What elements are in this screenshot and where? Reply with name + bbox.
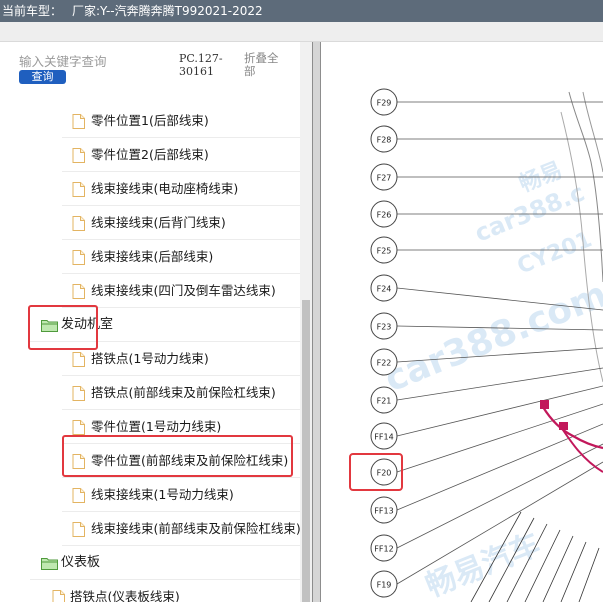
tree-item-label: 零件位置(前部线束及前保险杠线束) xyxy=(91,453,289,468)
tree-item-label: 搭铁点(仪表板线束) xyxy=(70,589,180,602)
document-icon xyxy=(72,522,85,540)
body-outline xyxy=(582,91,603,173)
connector-label: F22 xyxy=(377,359,392,368)
tree-item[interactable]: 搭铁点(前部线束及前保险杠线束) xyxy=(62,376,300,410)
tree-item[interactable]: 零件位置(1号动力线束) xyxy=(62,410,300,444)
diagram-panel: 畅易 car388.c CY201 car388.com 畅易汽车 F29 F28 F27 F2… xyxy=(321,42,603,602)
tree-item-label: 线束接线束(前部线束及前保险杠线束) xyxy=(91,521,301,536)
connector-plug xyxy=(540,400,549,409)
tree-item[interactable]: 零件位置2(后部线束) xyxy=(62,138,300,172)
scrollbar-thumb[interactable] xyxy=(302,300,310,602)
connector-label: FF13 xyxy=(374,507,393,516)
vehicle-label: 当前车型： xyxy=(2,4,63,18)
tree-folder[interactable]: 发动机室 xyxy=(30,308,300,342)
document-icon xyxy=(72,386,85,404)
folder-open-icon xyxy=(41,557,58,573)
tree-item-label: 线束接线束(后部线束) xyxy=(91,249,214,264)
connector-label: F21 xyxy=(377,397,392,406)
document-icon xyxy=(72,148,85,166)
tree-item[interactable]: 搭铁点(仪表板线束) xyxy=(44,580,300,602)
tree-item-label: 零件位置1(后部线束) xyxy=(91,113,209,128)
search-block: 查询 xyxy=(19,52,179,84)
connector-label: F20 xyxy=(377,469,392,478)
folder-open-icon xyxy=(41,319,58,335)
wiring-diagram: 畅易car388.cCY201car388.com畅易汽车F29F28F27F2… xyxy=(349,88,603,602)
connector-label: F23 xyxy=(377,323,392,332)
tree-item[interactable]: 零件位置1(后部线束) xyxy=(62,104,300,138)
leader-line xyxy=(396,385,603,437)
document-icon xyxy=(72,488,85,506)
document-icon xyxy=(72,420,85,438)
toolbar-strip xyxy=(0,22,603,42)
harness-branch xyxy=(542,535,574,602)
tree-item[interactable]: 线束接线束(电动座椅线束) xyxy=(62,172,300,206)
title-bar: 当前车型： 厂家:Y--汽奔腾奔腾T992021-2022 xyxy=(0,0,603,22)
document-icon xyxy=(72,114,85,132)
connector-label: F19 xyxy=(377,581,392,590)
leader-line xyxy=(396,403,603,473)
leader-line xyxy=(396,423,603,511)
panel-splitter[interactable] xyxy=(312,42,321,602)
tree-item-label: 线束接线束(后背门线束) xyxy=(91,215,226,230)
tree-item[interactable]: 搭铁点(1号动力线束) xyxy=(62,342,300,376)
document-icon xyxy=(52,590,65,602)
collapse-all-button[interactable]: 折叠全部 xyxy=(244,52,289,78)
tree-item-label: 线束接线束(四门及倒车雷达线束) xyxy=(91,283,276,298)
tree-panel: 查询 PC.127-30161 折叠全部 零件位置1(后部线束) 零件位置2(后部… xyxy=(0,42,312,602)
search-button[interactable]: 查询 xyxy=(19,70,66,84)
tree-item[interactable]: 线束接线束(四门及倒车雷达线束) xyxy=(62,274,300,308)
connector-label: FF14 xyxy=(374,433,393,442)
connector-label: F25 xyxy=(377,247,392,256)
vehicle-model: 厂家:Y--汽奔腾奔腾T992021-2022 xyxy=(72,4,263,18)
tree-item[interactable]: 线束接线束(1号动力线束) xyxy=(62,478,300,512)
tree-item-label: 零件位置2(后部线束) xyxy=(91,147,209,162)
search-input[interactable] xyxy=(19,52,169,70)
connector-label: F24 xyxy=(377,285,392,294)
tree-item-label: 零件位置(1号动力线束) xyxy=(91,419,222,434)
tree-list: 零件位置1(后部线束) 零件位置2(后部线束) 线束接线束(电动座椅线束) 线束接线束… xyxy=(0,104,301,602)
watermark-text: CY201 xyxy=(514,227,596,279)
harness-branch xyxy=(578,547,600,602)
connector-label: F27 xyxy=(377,174,392,183)
tree-item[interactable]: 线束接线束(后部线束) xyxy=(62,240,300,274)
tree-item[interactable]: 线束接线束(后背门线束) xyxy=(62,206,300,240)
tree-folder[interactable]: 仪表板 xyxy=(30,546,300,580)
connector-label: FF12 xyxy=(374,545,393,554)
watermark-text: car388.com xyxy=(379,274,603,400)
document-icon xyxy=(72,454,85,472)
tree-scrollbar[interactable] xyxy=(300,42,312,602)
tree-item-label: 线束接线束(1号动力线束) xyxy=(91,487,234,502)
tree-item-label: 搭铁点(前部线束及前保险杠线束) xyxy=(91,385,276,400)
tree-item-label: 发动机室 xyxy=(61,317,114,332)
tree-item-label: 搭铁点(1号动力线束) xyxy=(91,351,209,366)
connector-label: F28 xyxy=(377,136,392,145)
document-icon xyxy=(72,216,85,234)
tree-item-label: 仪表板 xyxy=(61,555,101,570)
connector-label: F26 xyxy=(377,211,392,220)
tree-item-label: 线束接线束(电动座椅线束) xyxy=(91,181,239,196)
connector-label: F29 xyxy=(377,99,392,108)
document-icon xyxy=(72,250,85,268)
tree-item[interactable]: 零件位置(前部线束及前保险杠线束) xyxy=(62,444,300,478)
connector-plug xyxy=(559,422,568,430)
leader-line xyxy=(396,443,603,549)
document-icon xyxy=(72,182,85,200)
document-icon xyxy=(72,284,85,302)
document-code: PC.127-30161 xyxy=(179,52,223,78)
document-icon xyxy=(72,352,85,370)
tree-item[interactable]: 线束接线束(前部线束及前保险杠线束) xyxy=(62,512,301,546)
